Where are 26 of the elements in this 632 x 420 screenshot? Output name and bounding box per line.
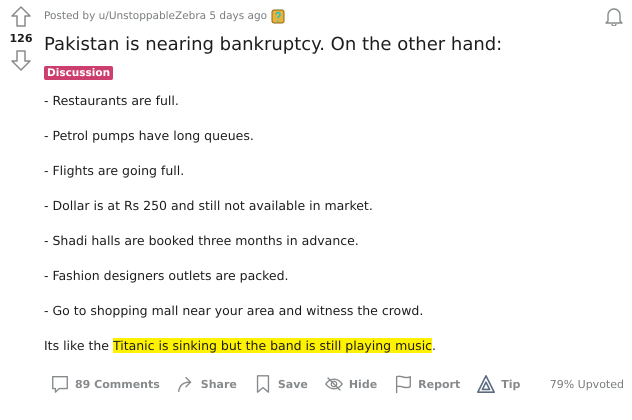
post-paragraph: - Flights are going full. (44, 162, 186, 180)
post-paragraph: - Shadi halls are booked three months in advance. (44, 232, 360, 250)
post-meta: Posted by u/UnstoppableZebra 5 days ago (44, 10, 268, 22)
comments-button[interactable]: 89 Comments (44, 370, 166, 398)
post-paragraph: - Restaurants are full. (44, 92, 180, 110)
post-paragraph: - Go to shopping mall near your area and witness the crowd. (44, 302, 424, 320)
hide-button[interactable]: Hide (318, 370, 384, 398)
upvote-percentage: 79% Upvoted (550, 378, 624, 390)
tip-icon (476, 374, 496, 394)
save-button[interactable]: Save (246, 370, 314, 398)
post-paragraph: - Fashion designers outlets are packed. (44, 267, 290, 285)
post-paragraph: - Petrol pumps have long queues. (44, 127, 255, 145)
post-paragraph: Its like the Titanic is sinking but the band is still playing music. (44, 337, 438, 355)
tip-button[interactable]: Tip (470, 370, 526, 398)
report-button[interactable]: Report (387, 370, 466, 398)
downvote-icon[interactable] (11, 49, 31, 71)
vote-count: 126 (10, 32, 32, 45)
upvote-icon[interactable] (11, 6, 31, 28)
share-button[interactable]: Share (170, 370, 243, 398)
comments-icon (50, 374, 70, 394)
post-title: Pakistan is nearing bankruptcy. On the other hand: (44, 34, 504, 55)
notification-bell-icon[interactable] (604, 6, 624, 26)
report-icon (393, 374, 414, 394)
post-paragraph: - Dollar is at Rs 250 and still not available in market. (44, 197, 374, 215)
flair-tag[interactable]: Discussion (44, 66, 114, 80)
award-icon (271, 8, 286, 24)
